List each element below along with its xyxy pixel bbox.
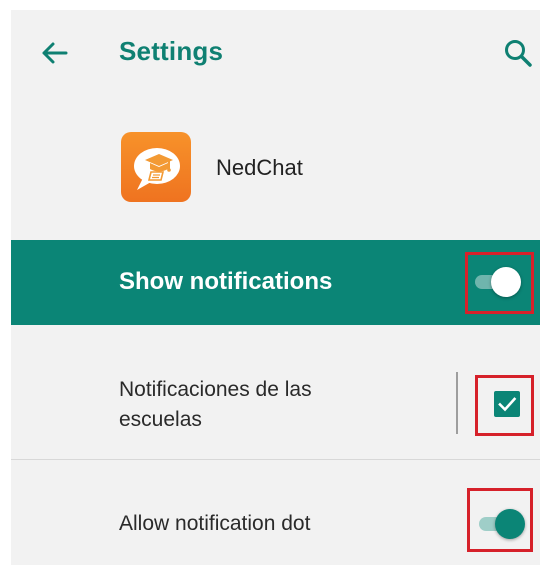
notification-dot-row[interactable]: Allow notification dot [119, 509, 310, 539]
row-separator [11, 459, 540, 460]
school-notifications-label: Notificaciones de las escuelas [119, 378, 312, 431]
app-header: NedChat [11, 122, 540, 212]
page-title: Settings [119, 36, 224, 66]
highlight-box [475, 375, 534, 436]
nedchat-app-icon [121, 132, 191, 202]
show-notifications-row[interactable]: Show notifications [11, 240, 540, 325]
highlight-box [465, 252, 534, 314]
show-notifications-label: Show notifications [119, 268, 333, 295]
row-divider [456, 372, 458, 434]
school-notifications-row[interactable]: Notificaciones de las escuelas [119, 375, 379, 435]
settings-screen: Settings NedChat Show notifications Noti… [11, 10, 540, 565]
highlight-box [467, 488, 533, 552]
search-icon[interactable] [503, 38, 533, 68]
app-bar: Settings [11, 10, 540, 96]
app-name: NedChat [216, 155, 303, 180]
notification-dot-label: Allow notification dot [119, 512, 311, 535]
arrow-left-icon[interactable] [39, 38, 69, 68]
